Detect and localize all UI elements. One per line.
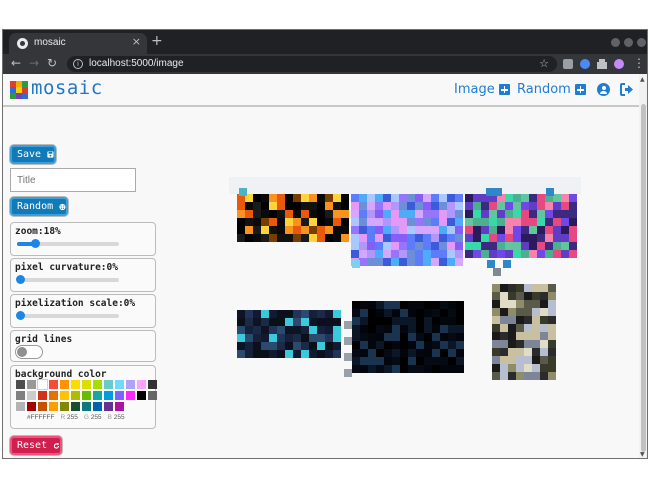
mosaic-canvas[interactable] — [3, 74, 639, 459]
mosaic-tile-fire — [237, 194, 349, 242]
reload-icon[interactable]: ↻ — [47, 56, 57, 70]
browser-tab-strip: mosaic × + — [3, 30, 647, 54]
back-icon[interactable]: ← — [11, 56, 21, 70]
page-content: mosaic Image Random Save Title Random zo… — [3, 74, 639, 459]
menu-icon[interactable]: ⋮ — [633, 56, 645, 70]
mosaic-tile-purple — [351, 194, 463, 266]
mosaic-accent-pixel — [344, 353, 352, 361]
extension-icon[interactable] — [563, 59, 573, 69]
browser-window: mosaic × + ← → ↻ i localhost:5000/image … — [2, 29, 648, 459]
minimize-button[interactable] — [611, 38, 620, 47]
mosaic-tile-portrait — [492, 284, 556, 380]
forward-icon[interactable]: → — [29, 56, 39, 70]
mosaic-accent-pixel — [352, 260, 360, 268]
profile-avatar[interactable] — [614, 59, 624, 69]
mosaic-accent-pixel — [503, 260, 511, 268]
close-window-button[interactable] — [637, 38, 646, 47]
puzzle-icon[interactable] — [597, 59, 607, 69]
tab-close-icon[interactable]: × — [132, 35, 141, 48]
browser-toolbar: ← → ↻ i localhost:5000/image ☆ ⋮ — [3, 54, 647, 74]
scroll-up-icon[interactable]: ▲ — [640, 76, 645, 83]
mosaic-backdrop — [229, 177, 581, 194]
mosaic-accent-pixel — [344, 369, 352, 377]
mosaic-accent-pixel — [486, 188, 494, 196]
scroll-down-icon[interactable]: ▼ — [640, 451, 645, 458]
extension-icon[interactable] — [580, 59, 590, 69]
mosaic-accent-pixel — [344, 321, 352, 329]
mosaic-accent-pixel — [546, 188, 554, 196]
info-icon[interactable]: i — [73, 59, 83, 69]
mosaic-accent-pixel — [344, 337, 352, 345]
maximize-button[interactable] — [624, 38, 633, 47]
bookmark-star-icon[interactable]: ☆ — [539, 57, 549, 70]
url-text: localhost:5000/image — [89, 58, 184, 69]
mosaic-accent-pixel — [487, 260, 495, 268]
mosaic-tile-teal — [465, 194, 577, 258]
new-tab-button[interactable]: + — [151, 33, 163, 49]
mosaic-accent-pixel — [494, 188, 502, 196]
scrollbar-thumb[interactable] — [641, 104, 646, 452]
mosaic-tile-night — [237, 310, 341, 358]
mosaic-tile-group — [229, 177, 581, 380]
mosaic-accent-pixel — [239, 188, 247, 196]
globe-icon — [17, 38, 28, 49]
page-scrollbar[interactable]: ▲ ▼ — [639, 74, 647, 458]
tab-title: mosaic — [34, 37, 66, 48]
browser-tab[interactable]: mosaic × — [9, 33, 147, 54]
mosaic-tile-dark — [352, 301, 464, 373]
address-bar[interactable]: i localhost:5000/image ☆ — [67, 56, 557, 72]
mosaic-accent-pixel — [493, 268, 501, 276]
